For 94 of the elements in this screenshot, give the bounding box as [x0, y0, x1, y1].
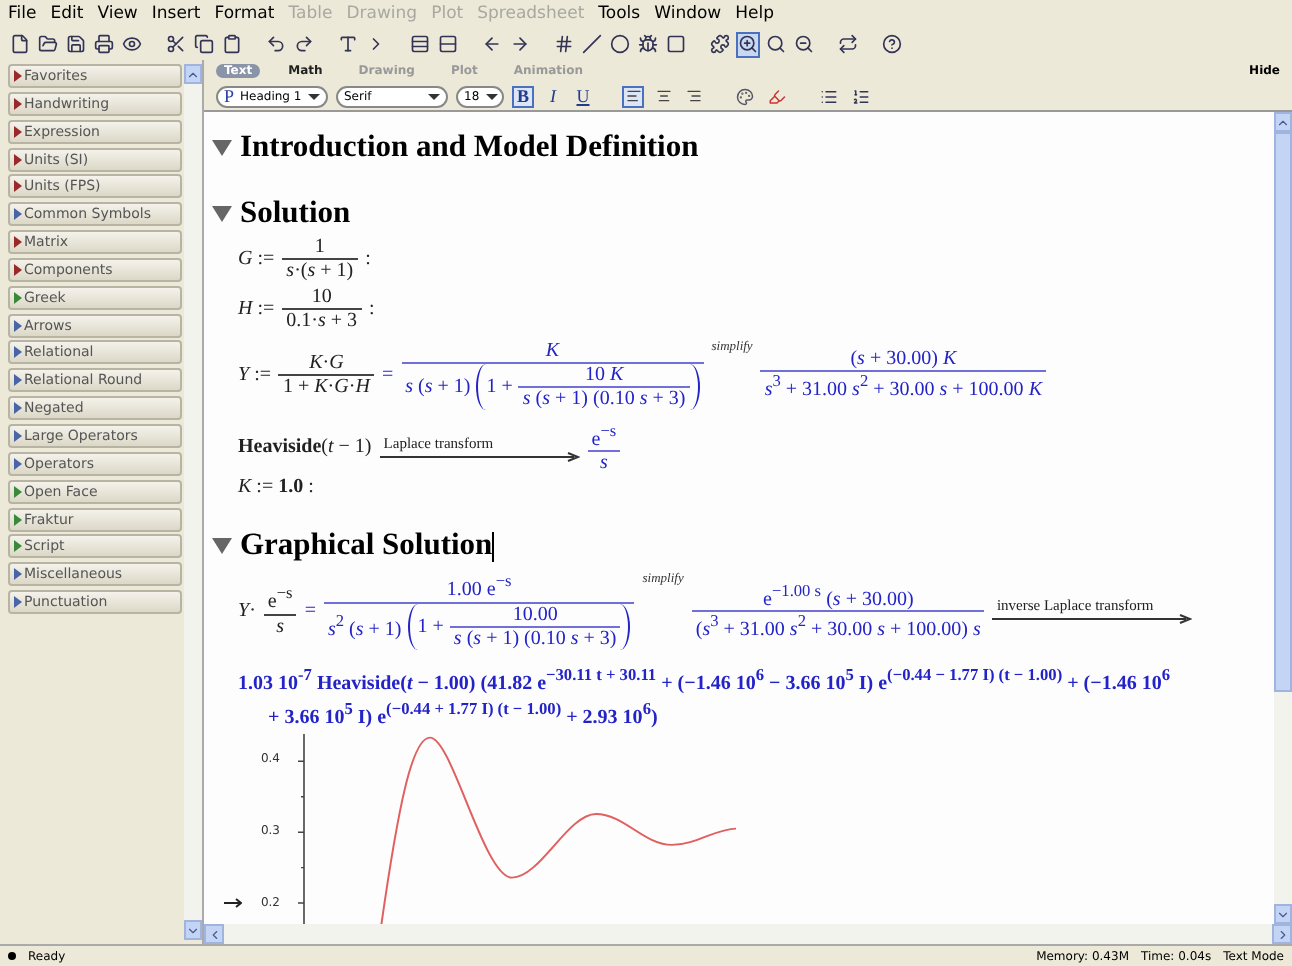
math-expression: e$^{−s}$ — [267, 584, 293, 614]
math-expression: 10 K — [584, 363, 624, 385]
math-expression: 10.00 — [512, 603, 558, 626]
math-expression: K — [545, 339, 559, 361]
text-icon[interactable] — [336, 31, 360, 57]
math-expression: e$^{−s}$ — [591, 421, 617, 450]
menu-item[interactable]: Help — [735, 4, 775, 24]
scroll-left-button[interactable] — [204, 924, 224, 944]
section-heading: Introduction and Model Definition — [240, 130, 699, 166]
menu-item[interactable]: File — [8, 4, 37, 24]
print-icon[interactable] — [92, 31, 116, 57]
zoom-in-icon[interactable] — [736, 31, 760, 57]
align-left-icon[interactable] — [622, 85, 644, 107]
text-style-button[interactable]: I — [542, 85, 564, 107]
undo-icon[interactable] — [264, 31, 288, 57]
collapse-triangle-icon[interactable] — [212, 536, 232, 557]
arrow-icon — [379, 451, 580, 462]
scrollbar-thumb[interactable] — [1274, 132, 1292, 692]
chevron-down-icon — [186, 923, 200, 937]
math-expression: Y := — [238, 363, 271, 385]
math-expression: K·G — [309, 351, 344, 373]
open-folder-icon[interactable] — [36, 31, 60, 57]
arrow-icon — [992, 614, 1193, 625]
paste-icon[interactable] — [220, 31, 244, 57]
scroll-right-button[interactable] — [1272, 924, 1292, 944]
chevron-up-icon — [1276, 115, 1290, 129]
bug-icon[interactable] — [636, 31, 660, 57]
collapse-triangle-icon[interactable] — [212, 204, 232, 224]
chevron-up-icon — [186, 67, 200, 81]
math-expression: G := — [238, 248, 275, 270]
math-expression: 1 + — [417, 615, 444, 638]
cut-icon[interactable] — [164, 31, 188, 57]
math-expression: = — [381, 363, 394, 385]
save-icon[interactable] — [64, 31, 88, 57]
math-expression: : — [365, 248, 371, 270]
math-expression: (s$^{3}$ + 31.00 s$^{2}$ + 30.00 s + 100.00) s — [695, 611, 981, 641]
math-expression: 1 + — [486, 375, 513, 397]
zoom-out-icon[interactable] — [792, 31, 816, 57]
redo-icon[interactable] — [292, 31, 316, 57]
palette-icon[interactable] — [732, 83, 756, 109]
math-expression: 10 — [311, 285, 332, 307]
zoom-icon[interactable] — [764, 31, 788, 57]
output-expression: 1.03 10$^{-7}$ Heaviside(t − 1.00) (41.82 e$^{−30.11 t + 30.11}$ + (−1.46 10$^{6}$ − 3.66 10$^{5}$ I) e$^{(−0.44 − 1.77 I) (t − 1.00)}$ + (−1.46 10$^{6}$ — [236, 663, 1173, 696]
math-expression: s$^{3}$ + 31.00 s$^{2}$ + 30.00 s + 100.00 K — [764, 371, 1042, 401]
copy-icon[interactable] — [192, 31, 216, 57]
math-expression: K := 1.0 : — [238, 476, 314, 499]
math-expression: Heaviside(t − 1) — [238, 436, 372, 459]
stop-icon[interactable] — [664, 31, 688, 57]
menu-item[interactable]: Window — [654, 4, 722, 24]
math-expression: e$^{−1.00 s}$ (s + 30.00) — [763, 581, 914, 610]
math-expression: s·(s + 1) — [286, 260, 354, 282]
refresh-icon[interactable] — [836, 31, 860, 57]
math-expression: 1 + K·G·H — [282, 375, 370, 397]
math-expression: s$^{2}$ (s + 1) — [327, 611, 402, 641]
menu-item[interactable]: Insert — [151, 4, 201, 24]
output-expression: + 3.66 10$^{5}$ I) e$^{(−0.44 + 1.77 I) (t − 1.00)}$ + 2.93 10$^{6}$) — [266, 697, 660, 731]
section-heading: Graphical Solution — [240, 528, 493, 565]
scroll-up-button[interactable] — [1274, 112, 1292, 132]
math-expression: s (s + 1) — [405, 375, 471, 397]
math-expression: s (s + 1) (0.10 s + 3) — [453, 627, 617, 650]
math-expression: Y· — [238, 599, 256, 622]
scroll-down-button[interactable] — [184, 920, 202, 940]
puzzle-icon[interactable] — [708, 31, 732, 57]
menu-item[interactable]: View — [97, 4, 138, 24]
math-expression: = — [304, 599, 316, 622]
math-expression: H := — [238, 297, 275, 319]
execution-arrow-icon — [224, 898, 242, 909]
math-expression: 1 — [314, 236, 325, 258]
scroll-down-button[interactable] — [1274, 904, 1292, 924]
math-expression: (s + 30.00) K — [850, 347, 957, 370]
preview-icon[interactable] — [120, 31, 144, 57]
math-expression: 0.1·s + 3 — [286, 309, 358, 331]
menu-item[interactable]: Format — [214, 4, 275, 24]
chevron-down-icon — [1276, 907, 1290, 921]
align-right-icon[interactable] — [682, 85, 704, 107]
math-expression: : — [369, 297, 375, 319]
math-expression: s — [600, 451, 608, 474]
section-heading: Solution — [240, 196, 351, 232]
math-expression: s — [276, 615, 285, 638]
chevron-left-icon — [207, 927, 221, 941]
text-style-button[interactable]: U — [572, 85, 594, 107]
math-expression: s (s + 1) (0.10 s + 3) — [522, 387, 686, 409]
help-icon[interactable] — [880, 31, 904, 57]
menu-item[interactable]: Edit — [50, 4, 84, 24]
math-expression: 1.00 e$^{−s}$ — [446, 572, 512, 602]
collapse-triangle-icon[interactable] — [212, 138, 232, 158]
circle-icon[interactable] — [608, 31, 632, 57]
menu-item[interactable]: Tools — [598, 4, 641, 24]
text-style-button[interactable]: B — [512, 85, 534, 107]
scroll-up-button[interactable] — [184, 64, 202, 84]
chevron-right-icon — [1275, 927, 1289, 941]
new-file-icon[interactable] — [8, 31, 32, 57]
align-center-icon[interactable] — [652, 85, 674, 107]
status-dot-icon — [8, 952, 16, 960]
